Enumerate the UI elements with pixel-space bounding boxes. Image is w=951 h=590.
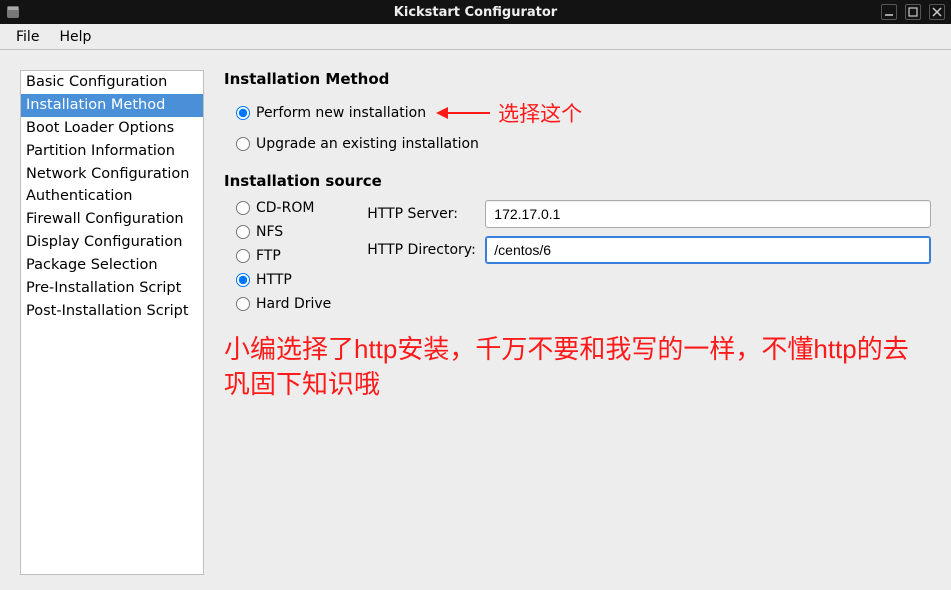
sidebar: Basic ConfigurationInstallation MethodBo… bbox=[20, 70, 204, 575]
sidebar-item-partition-information[interactable]: Partition Information bbox=[21, 140, 203, 163]
http-fields-column: HTTP Server: HTTP Directory: bbox=[367, 196, 931, 316]
menu-file[interactable]: File bbox=[6, 26, 49, 48]
radio-nfs-label: NFS bbox=[256, 224, 283, 240]
sidebar-item-package-selection[interactable]: Package Selection bbox=[21, 254, 203, 277]
radio-ftp-label: FTP bbox=[256, 248, 281, 264]
sidebar-item-firewall-configuration[interactable]: Firewall Configuration bbox=[21, 208, 203, 231]
http-directory-input[interactable] bbox=[485, 236, 931, 264]
radio-row-http[interactable]: HTTP bbox=[224, 268, 331, 292]
radio-http-label: HTTP bbox=[256, 272, 292, 288]
main-panel: Installation Method Perform new installa… bbox=[224, 70, 931, 570]
radio-row-new-install[interactable]: Perform new installation 选择这个 bbox=[224, 94, 931, 132]
window-controls bbox=[881, 4, 945, 20]
radio-upgrade-label: Upgrade an existing installation bbox=[256, 136, 479, 152]
sidebar-item-basic-configuration[interactable]: Basic Configuration bbox=[21, 71, 203, 94]
arrow-icon bbox=[436, 105, 490, 121]
menubar: File Help bbox=[0, 24, 951, 50]
app-icon bbox=[6, 5, 20, 19]
radio-cdrom-label: CD-ROM bbox=[256, 200, 314, 216]
sidebar-item-network-configuration[interactable]: Network Configuration bbox=[21, 163, 203, 186]
annotation-choose-this: 选择这个 bbox=[436, 98, 582, 128]
content-area: Basic ConfigurationInstallation MethodBo… bbox=[0, 50, 951, 590]
minimize-button[interactable] bbox=[881, 4, 897, 20]
radio-row-nfs[interactable]: NFS bbox=[224, 220, 331, 244]
radio-nfs[interactable] bbox=[236, 225, 250, 239]
sidebar-item-pre-installation-script[interactable]: Pre-Installation Script bbox=[21, 277, 203, 300]
radio-ftp[interactable] bbox=[236, 249, 250, 263]
http-server-input[interactable] bbox=[485, 200, 931, 228]
annotation-choose-this-text: 选择这个 bbox=[498, 98, 582, 128]
installation-method-heading: Installation Method bbox=[224, 70, 931, 88]
radio-row-ftp[interactable]: FTP bbox=[224, 244, 331, 268]
sidebar-item-display-configuration[interactable]: Display Configuration bbox=[21, 231, 203, 254]
menu-help[interactable]: Help bbox=[49, 26, 101, 48]
sidebar-item-post-installation-script[interactable]: Post-Installation Script bbox=[21, 300, 203, 323]
radio-new-install-label: Perform new installation bbox=[256, 105, 426, 121]
http-directory-label: HTTP Directory: bbox=[367, 242, 479, 258]
radio-harddrive-label: Hard Drive bbox=[256, 296, 331, 312]
sidebar-item-boot-loader-options[interactable]: Boot Loader Options bbox=[21, 117, 203, 140]
http-directory-row: HTTP Directory: bbox=[367, 236, 931, 264]
radio-upgrade[interactable] bbox=[236, 137, 250, 151]
installation-source-heading: Installation source bbox=[224, 172, 931, 190]
radio-row-cdrom[interactable]: CD-ROM bbox=[224, 196, 331, 220]
close-button[interactable] bbox=[929, 4, 945, 20]
radio-new-install[interactable] bbox=[236, 106, 250, 120]
sidebar-item-authentication[interactable]: Authentication bbox=[21, 185, 203, 208]
radio-row-upgrade[interactable]: Upgrade an existing installation bbox=[224, 132, 931, 156]
radio-row-harddrive[interactable]: Hard Drive bbox=[224, 292, 331, 316]
radio-http[interactable] bbox=[236, 273, 250, 287]
window-title: Kickstart Configurator bbox=[394, 5, 557, 20]
sidebar-item-installation-method[interactable]: Installation Method bbox=[21, 94, 203, 117]
radio-harddrive[interactable] bbox=[236, 297, 250, 311]
http-server-label: HTTP Server: bbox=[367, 206, 479, 222]
installation-source-columns: CD-ROM NFS FTP HTTP Hard Drive bbox=[224, 196, 931, 316]
maximize-button[interactable] bbox=[905, 4, 921, 20]
radio-cdrom[interactable] bbox=[236, 201, 250, 215]
titlebar: Kickstart Configurator bbox=[0, 0, 951, 24]
http-server-row: HTTP Server: bbox=[367, 200, 931, 228]
source-options-column: CD-ROM NFS FTP HTTP Hard Drive bbox=[224, 196, 331, 316]
annotation-note: 小编选择了http安装，千万不要和我写的一样，不懂http的去巩固下知识哦 bbox=[224, 332, 931, 402]
